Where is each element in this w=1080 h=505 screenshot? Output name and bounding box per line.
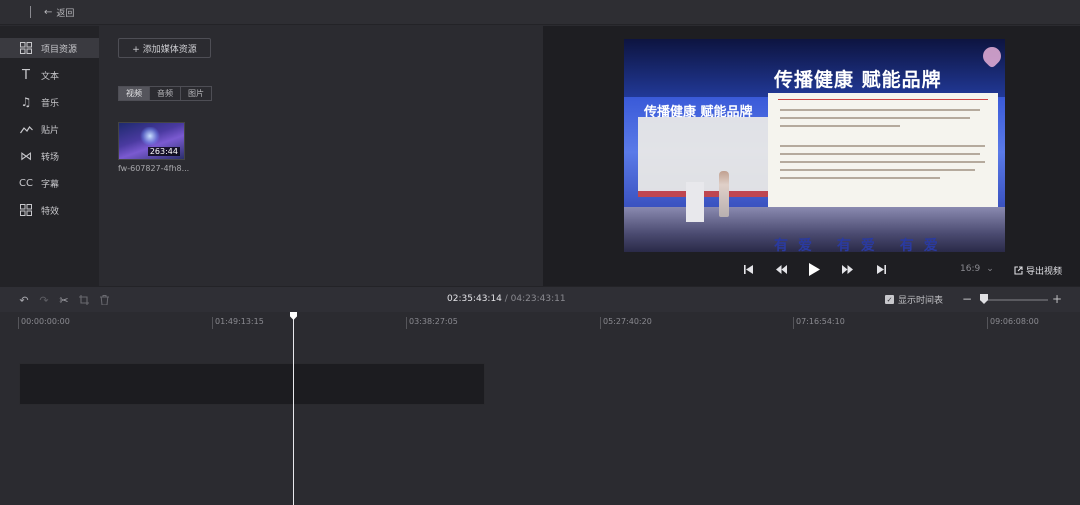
undo-icon[interactable]: ↶: [17, 293, 31, 307]
sidebar-item-captions[interactable]: CC 字幕: [0, 173, 99, 193]
back-button[interactable]: ← 返回: [44, 6, 74, 19]
fast-forward-button[interactable]: [839, 258, 855, 280]
timeline-ruler[interactable]: 00:00:00:00 01:49:13:15 03:38:27:05 05:2…: [0, 312, 1080, 330]
text-icon: T: [22, 67, 30, 83]
cut-icon[interactable]: ✂: [57, 293, 71, 307]
show-timestamp-toggle[interactable]: ✓ 显示时间表: [885, 293, 943, 306]
transition-icon: ⋈: [20, 149, 32, 163]
ruler-tick: 07:16:54:10: [793, 317, 845, 329]
playback-controls: 16:9 ⌄: [543, 258, 1080, 280]
sidebar-item-label: 转场: [41, 152, 60, 163]
media-duration: 263:44: [147, 147, 180, 156]
top-bar: ← 返回: [0, 0, 1080, 25]
tab-video[interactable]: 视频: [118, 86, 150, 101]
video-clip[interactable]: [19, 363, 485, 405]
sidebar-item-label: 字幕: [41, 179, 60, 190]
caption-icon: CC: [19, 177, 33, 189]
delete-icon[interactable]: [97, 293, 111, 307]
chevron-down-icon: ⌄: [986, 264, 994, 274]
video-slide-document: [768, 93, 998, 217]
sidebar-item-label: 贴片: [41, 125, 60, 136]
export-icon: [1014, 265, 1023, 275]
export-label: 导出视频: [1026, 266, 1063, 277]
media-type-tabs: 视频 音频 图片: [118, 86, 212, 101]
sidebar: 项目资源 T 文本 ♫ 音乐 贴片 ⋈ 转场 CC 字幕 特效: [0, 26, 99, 286]
sidebar-item-project-resources[interactable]: 项目资源: [0, 38, 99, 58]
skip-to-end-button[interactable]: [873, 258, 889, 280]
playhead-line[interactable]: [293, 316, 294, 505]
zoom-slider-track[interactable]: [980, 299, 1048, 301]
sidebar-item-label: 项目资源: [41, 44, 78, 55]
fast-forward-icon: [841, 264, 853, 274]
zoom-slider-handle[interactable]: [980, 294, 988, 304]
ruler-tick: 01:49:13:15: [212, 317, 264, 329]
skip-end-icon: [876, 264, 886, 274]
ruler-tick: 09:06:08:00: [987, 317, 1039, 329]
aspect-ratio-value: 16:9: [960, 264, 981, 274]
redo-icon[interactable]: ↷: [37, 293, 51, 307]
sidebar-item-label: 特效: [41, 206, 60, 217]
tab-image[interactable]: 图片: [180, 86, 212, 101]
aspect-ratio-select[interactable]: 16:9 ⌄: [960, 258, 994, 280]
preview-area: 传播健康 赋能品牌 传播健康 赋能品牌 有爱 有爱 有爱 16:9 ⌄ 导出视频: [543, 26, 1080, 286]
skip-to-start-button[interactable]: [740, 258, 756, 280]
ruler-tick: 03:38:27:05: [406, 317, 458, 329]
show-timestamp-label: 显示时间表: [898, 296, 944, 306]
timeline-tracks: [0, 330, 1080, 505]
back-label: 返回: [56, 9, 75, 19]
time-separator: /: [501, 294, 511, 304]
ruler-tick: 00:00:00:00: [18, 317, 70, 329]
video-footer-text: 有爱 有爱 有爱: [774, 238, 948, 252]
timecode-display: 02:35:43:14 / 04:23:43:11: [447, 294, 566, 304]
media-panel: + 添加媒体资源 视频 音频 图片 263:44 fw-607827-4fh8.…: [99, 26, 543, 286]
play-button[interactable]: [806, 258, 822, 280]
add-media-button[interactable]: + 添加媒体资源: [118, 38, 211, 58]
play-icon: [808, 262, 820, 276]
checkbox-checked-icon: ✓: [885, 295, 894, 304]
media-filename: fw-607827-4fh8...: [118, 164, 190, 173]
sidebar-item-stickers[interactable]: 贴片: [0, 119, 99, 139]
grid-icon: [18, 41, 34, 55]
media-thumbnail[interactable]: 263:44: [118, 122, 185, 160]
zoom-in-button[interactable]: +: [1052, 292, 1062, 306]
video-speaker: [719, 171, 729, 217]
effects-icon: [18, 203, 34, 217]
music-note-icon: ♫: [20, 95, 32, 109]
sidebar-item-label: 文本: [41, 71, 60, 82]
crop-icon[interactable]: [77, 293, 91, 307]
rewind-button[interactable]: [773, 258, 789, 280]
arrow-left-icon: ←: [44, 7, 53, 18]
timeline-toolbar: ↶ ↷ ✂ 02:35:43:14 / 04:23:43:11 ✓ 显示时间表 …: [0, 286, 1080, 312]
sidebar-item-text[interactable]: T 文本: [0, 65, 99, 85]
current-time: 02:35:43:14: [447, 294, 502, 304]
sidebar-item-effects[interactable]: 特效: [0, 200, 99, 220]
zoom-out-button[interactable]: −: [962, 292, 972, 306]
rewind-icon: [775, 264, 787, 274]
thumbnail-image: [139, 127, 161, 145]
total-time: 04:23:43:11: [510, 294, 566, 304]
sidebar-item-transitions[interactable]: ⋈ 转场: [0, 146, 99, 166]
export-video-button[interactable]: 导出视频: [1014, 260, 1062, 280]
tab-audio[interactable]: 音频: [149, 86, 181, 101]
ruler-tick: 05:27:40:20: [600, 317, 652, 329]
topbar-divider: [30, 6, 31, 18]
sidebar-item-label: 音乐: [41, 98, 60, 109]
sticker-icon: [18, 122, 34, 136]
video-title-text: 传播健康 赋能品牌: [774, 69, 942, 91]
video-preview[interactable]: 传播健康 赋能品牌 传播健康 赋能品牌 有爱 有爱 有爱: [624, 39, 1005, 252]
video-podium: [686, 182, 704, 222]
skip-start-icon: [743, 264, 753, 274]
sidebar-item-music[interactable]: ♫ 音乐: [0, 92, 99, 112]
